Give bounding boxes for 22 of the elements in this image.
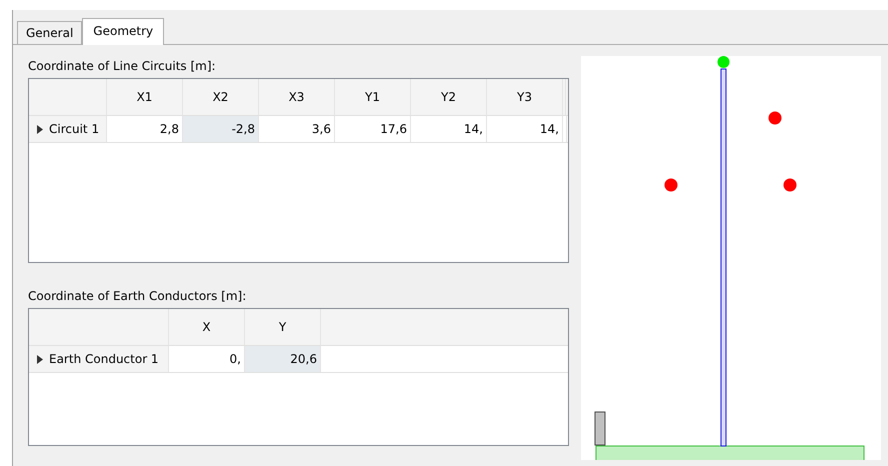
row-arrow-icon: [37, 124, 43, 134]
table-cell[interactable]: 3,6: [259, 116, 335, 142]
column-header: X3: [259, 79, 335, 115]
column-header: Y2: [411, 79, 487, 115]
table-title: Coordinate of Earth Conductors [m]:: [28, 288, 246, 305]
tab[interactable]: Geometry: [82, 18, 164, 45]
table-cell[interactable]: 14,: [411, 116, 487, 142]
column-header: Y: [245, 309, 321, 345]
column-header: Y1: [335, 79, 411, 115]
tab[interactable]: General: [17, 21, 82, 44]
column-header: X: [169, 309, 245, 345]
table-title: Coordinate of Line Circuits [m]:: [28, 58, 216, 75]
row-arrow-icon: [37, 354, 43, 364]
column-header: X2: [183, 79, 259, 115]
row-header: Earth Conductor 1: [49, 351, 159, 368]
table-cell[interactable]: 14,: [487, 116, 563, 142]
column-header: Y3: [487, 79, 563, 115]
table-cell[interactable]: 17,6: [335, 116, 411, 142]
column-header: X1: [107, 79, 183, 115]
table-cell[interactable]: -2,8: [183, 116, 259, 142]
table-cell[interactable]: 20,6: [245, 346, 321, 372]
row-header: Circuit 1: [49, 121, 100, 138]
